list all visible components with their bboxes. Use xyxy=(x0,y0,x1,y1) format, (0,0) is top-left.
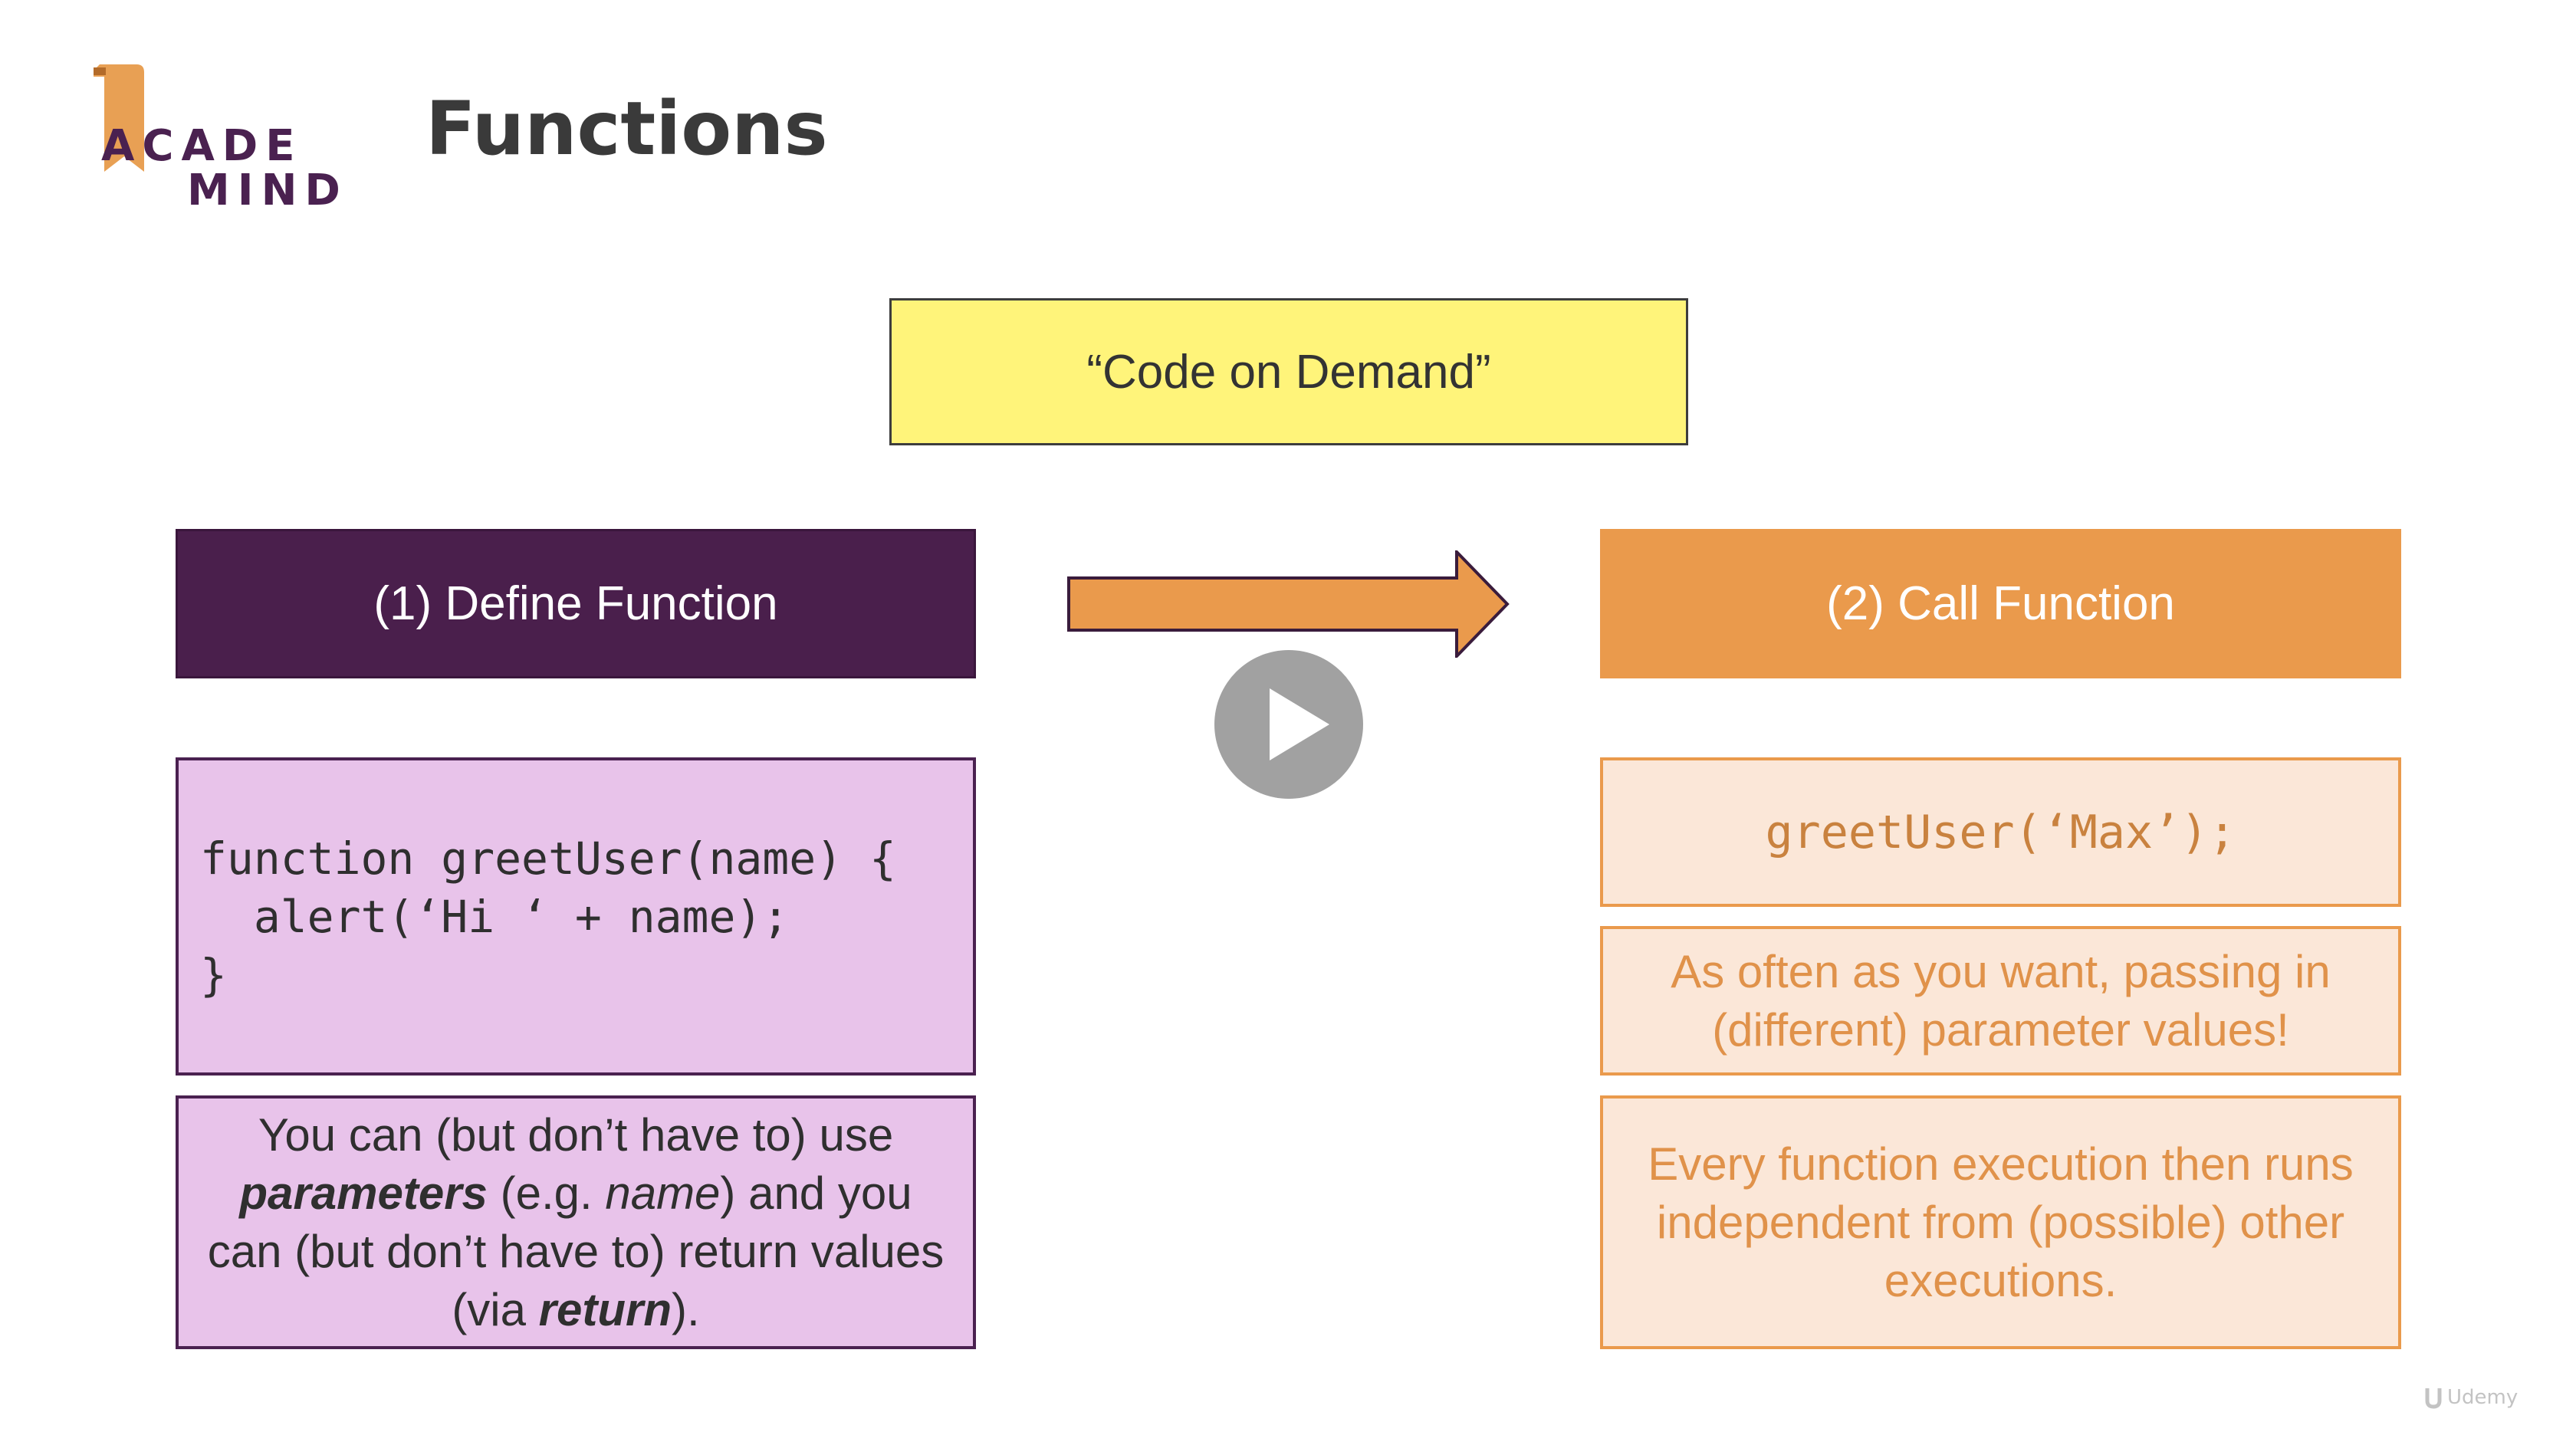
call-function-heading: (2) Call Function xyxy=(1600,529,2401,678)
svg-text:Udemy: Udemy xyxy=(2447,1386,2518,1409)
code-on-demand-box: “Code on Demand” xyxy=(889,298,1688,445)
academind-logo: ACADE MIND xyxy=(71,61,340,215)
desc-text: ). xyxy=(672,1283,700,1335)
play-button[interactable] xyxy=(1214,650,1363,799)
desc-text: (e.g. xyxy=(487,1167,606,1219)
function-call-code: greetUser(‘Max’); xyxy=(1600,757,2401,907)
play-icon xyxy=(1270,688,1329,760)
call-function-label: (2) Call Function xyxy=(1826,577,2175,630)
define-function-heading: (1) Define Function xyxy=(176,529,976,678)
desc-parameters-keyword: parameters xyxy=(239,1167,488,1219)
logo-text-line1: ACADE xyxy=(101,121,303,171)
right-arrow-icon xyxy=(1067,550,1510,658)
desc-text: You can (but don’t have to) use xyxy=(258,1108,894,1161)
desc-return-keyword: return xyxy=(538,1283,672,1335)
call-frequency-note: As often as you want, passing in (differ… xyxy=(1600,926,2401,1076)
call-frequency-text: As often as you want, passing in (differ… xyxy=(1671,945,2331,1056)
code-line: alert(‘Hi ‘ + name); xyxy=(200,890,790,943)
slide-title: Functions xyxy=(426,86,828,172)
udemy-watermark-icon: Udemy xyxy=(2425,1386,2518,1409)
define-function-label: (1) Define Function xyxy=(373,577,778,630)
function-definition-code: function greetUser(name) { alert(‘Hi ‘ +… xyxy=(176,757,976,1076)
parameters-description: You can (but don’t have to) use paramete… xyxy=(176,1095,976,1349)
parameters-description-text: You can (but don’t have to) use paramete… xyxy=(202,1106,950,1339)
watermark-logo: Udemy xyxy=(2423,1381,2530,1417)
code-block: function greetUser(name) { alert(‘Hi ‘ +… xyxy=(200,829,896,1004)
slide: ACADE MIND Functions “Code on Demand” (1… xyxy=(0,0,2576,1445)
code-line: function greetUser(name) { xyxy=(200,832,896,885)
code-line: } xyxy=(200,948,227,1001)
execution-independence-note: Every function execution then runs indep… xyxy=(1600,1095,2401,1349)
code-on-demand-label: “Code on Demand” xyxy=(1086,345,1491,399)
desc-name-keyword: name xyxy=(605,1167,721,1219)
call-code-text: greetUser(‘Max’); xyxy=(1765,805,2236,859)
execution-independence-text: Every function execution then runs indep… xyxy=(1648,1138,2354,1306)
logo-text-line2: MIND xyxy=(187,166,348,215)
